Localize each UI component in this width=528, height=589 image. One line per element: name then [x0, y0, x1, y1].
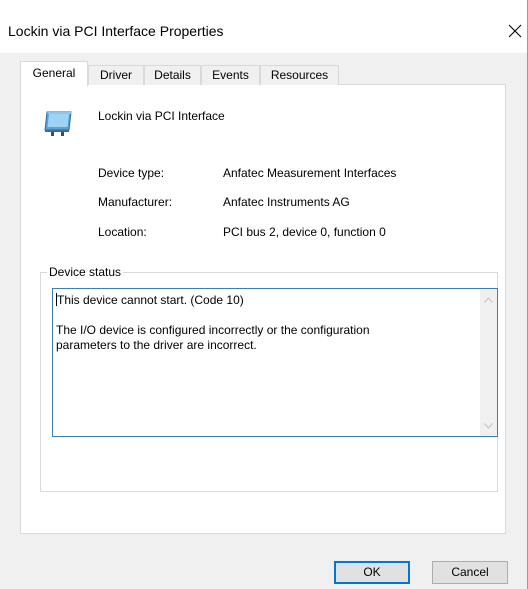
- tab-label: General: [32, 66, 76, 80]
- device-name: Lockin via PCI Interface: [98, 109, 225, 123]
- tab-label: Details: [154, 68, 191, 82]
- cancel-button[interactable]: Cancel: [432, 561, 508, 584]
- location-label: Location:: [98, 225, 147, 239]
- scroll-down-button[interactable]: [480, 417, 497, 434]
- status-line: This device cannot start. (Code 10): [56, 293, 471, 308]
- ok-button[interactable]: OK: [334, 561, 410, 584]
- tab-resources[interactable]: Resources: [260, 65, 339, 85]
- window-title: Lockin via PCI Interface Properties: [8, 23, 224, 39]
- manufacturer-label: Manufacturer:: [98, 195, 173, 209]
- status-line: ​: [56, 308, 471, 323]
- tab-driver[interactable]: Driver: [88, 65, 144, 85]
- close-button[interactable]: [503, 18, 527, 44]
- device-status-label: Device status: [47, 264, 124, 280]
- status-line: The I/O device is configured incorrectly…: [56, 323, 370, 337]
- network-adapter-icon: [44, 111, 72, 136]
- status-line-text: This device cannot start. (Code 10): [57, 293, 244, 307]
- tab-label: Resources: [270, 68, 329, 82]
- device-status-textbox[interactable]: This device cannot start. (Code 10) ​ Th…: [52, 288, 498, 437]
- tab-events[interactable]: Events: [201, 65, 260, 85]
- tab-details[interactable]: Details: [144, 65, 201, 85]
- status-line: parameters to the driver are incorrect.: [56, 338, 257, 352]
- tab-label: Driver: [100, 68, 132, 82]
- properties-dialog: Lockin via PCI Interface Properties Gene…: [0, 0, 528, 589]
- location-value: PCI bus 2, device 0, function 0: [223, 225, 386, 239]
- vertical-scrollbar[interactable]: [480, 289, 497, 436]
- title-bar[interactable]: Lockin via PCI Interface Properties: [0, 0, 527, 53]
- device-type-label: Device type:: [98, 166, 165, 180]
- tab-general[interactable]: General: [20, 61, 88, 86]
- chevron-down-icon: [484, 422, 493, 429]
- close-icon: [508, 24, 522, 38]
- manufacturer-value: Anfatec Instruments AG: [223, 195, 350, 209]
- device-type-value: Anfatec Measurement Interfaces: [223, 166, 397, 180]
- device-status-text: This device cannot start. (Code 10) ​ Th…: [56, 293, 471, 353]
- tab-label: Events: [212, 68, 249, 82]
- chevron-up-icon: [484, 296, 493, 303]
- scroll-up-button[interactable]: [480, 291, 497, 308]
